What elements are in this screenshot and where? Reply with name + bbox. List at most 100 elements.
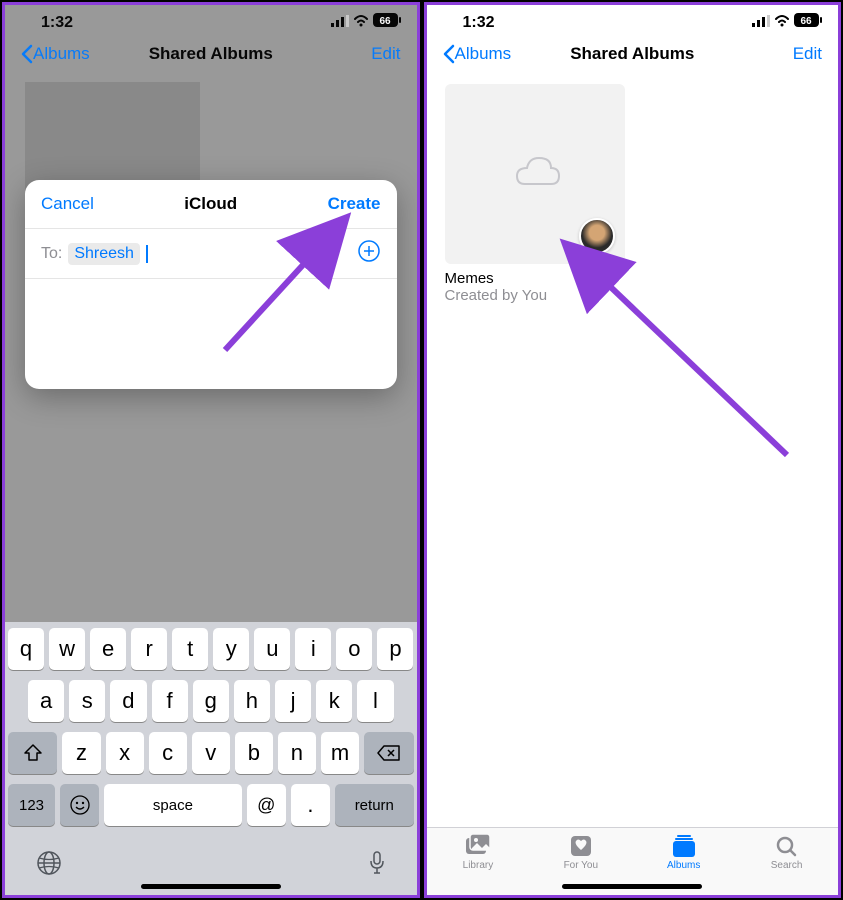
- emoji-key[interactable]: [60, 784, 99, 826]
- key-j[interactable]: j: [275, 680, 311, 722]
- library-icon: [464, 834, 492, 858]
- shared-album-card[interactable]: Memes Created by You: [445, 84, 625, 304]
- key-k[interactable]: k: [316, 680, 352, 722]
- key-u[interactable]: u: [254, 628, 290, 670]
- battery-icon: 66: [373, 13, 401, 32]
- status-time: 1:32: [41, 14, 73, 32]
- signal-icon: [331, 14, 349, 32]
- create-button[interactable]: Create: [328, 194, 381, 214]
- chevron-left-icon: [443, 44, 455, 64]
- key-b[interactable]: b: [235, 732, 273, 774]
- dot-key[interactable]: .: [291, 784, 330, 826]
- key-h[interactable]: h: [234, 680, 270, 722]
- icloud-modal: Cancel iCloud Create To: Shreesh: [25, 180, 397, 389]
- back-button[interactable]: Albums: [21, 44, 90, 64]
- battery-icon: 66: [794, 13, 822, 32]
- status-icons: 66: [752, 13, 822, 32]
- key-i[interactable]: i: [295, 628, 331, 670]
- key-d[interactable]: d: [110, 680, 146, 722]
- key-w[interactable]: w: [49, 628, 85, 670]
- key-y[interactable]: y: [213, 628, 249, 670]
- key-z[interactable]: z: [62, 732, 100, 774]
- globe-key[interactable]: [36, 850, 62, 881]
- home-indicator: [141, 884, 281, 889]
- svg-text:66: 66: [800, 16, 812, 27]
- key-g[interactable]: g: [193, 680, 229, 722]
- key-v[interactable]: v: [192, 732, 230, 774]
- status-bar: 1:32 66: [5, 5, 417, 36]
- key-o[interactable]: o: [336, 628, 372, 670]
- to-label: To:: [41, 245, 62, 263]
- status-time: 1:32: [463, 14, 495, 32]
- wifi-icon: [353, 14, 369, 32]
- cancel-button[interactable]: Cancel: [41, 194, 94, 214]
- nav-title: Shared Albums: [570, 44, 694, 64]
- key-s[interactable]: s: [69, 680, 105, 722]
- owner-avatar: [579, 218, 615, 254]
- tab-search[interactable]: Search: [735, 834, 838, 871]
- return-key[interactable]: return: [335, 784, 413, 826]
- modal-title: iCloud: [184, 194, 237, 214]
- globe-icon: [36, 850, 62, 876]
- add-contact-button[interactable]: [357, 239, 381, 268]
- at-key[interactable]: @: [247, 784, 286, 826]
- modal-body: [25, 279, 397, 389]
- key-f[interactable]: f: [152, 680, 188, 722]
- signal-icon: [752, 14, 770, 32]
- cloud-icon: [507, 152, 563, 197]
- album-name: Memes: [445, 270, 625, 287]
- dictation-key[interactable]: [368, 850, 386, 881]
- screen-left: 1:32 66 Albums Shared Albums Edit Cancel…: [2, 2, 420, 898]
- nav-title: Shared Albums: [149, 44, 273, 64]
- album-subtitle: Created by You: [445, 287, 625, 304]
- foryou-icon: [567, 834, 595, 858]
- tab-library[interactable]: Library: [427, 834, 530, 871]
- shift-key[interactable]: [8, 732, 58, 774]
- tab-foryou[interactable]: For You: [529, 834, 632, 871]
- key-a[interactable]: a: [28, 680, 64, 722]
- emoji-icon: [69, 794, 91, 816]
- key-p[interactable]: p: [377, 628, 413, 670]
- nav-bar: Albums Shared Albums Edit: [427, 36, 839, 72]
- wifi-icon: [774, 14, 790, 32]
- key-x[interactable]: x: [106, 732, 144, 774]
- nav-bar: Albums Shared Albums Edit: [5, 36, 417, 72]
- numbers-key[interactable]: 123: [8, 784, 55, 826]
- key-t[interactable]: t: [172, 628, 208, 670]
- modal-header: Cancel iCloud Create: [25, 180, 397, 229]
- back-button[interactable]: Albums: [443, 44, 512, 64]
- key-q[interactable]: q: [8, 628, 44, 670]
- tab-label: Albums: [667, 860, 700, 871]
- plus-circle-icon: [357, 239, 381, 263]
- space-key[interactable]: space: [104, 784, 241, 826]
- edit-button[interactable]: Edit: [793, 44, 822, 64]
- key-r[interactable]: r: [131, 628, 167, 670]
- album-thumbnail: [445, 84, 625, 264]
- search-icon: [773, 834, 801, 858]
- recipient-token[interactable]: Shreesh: [68, 243, 140, 265]
- tab-label: For You: [564, 860, 598, 871]
- delete-key[interactable]: [364, 732, 414, 774]
- to-field[interactable]: To: Shreesh: [25, 229, 397, 279]
- key-c[interactable]: c: [149, 732, 187, 774]
- text-cursor: [146, 245, 148, 263]
- key-l[interactable]: l: [357, 680, 393, 722]
- keyboard: qwertyuiop asdfghjkl zxcvbnm 123 space @…: [5, 622, 417, 895]
- key-e[interactable]: e: [90, 628, 126, 670]
- status-icons: 66: [331, 13, 401, 32]
- status-bar: 1:32 66: [427, 5, 839, 36]
- delete-icon: [377, 744, 401, 762]
- mic-icon: [368, 850, 386, 876]
- edit-button[interactable]: Edit: [371, 44, 400, 64]
- tab-label: Library: [463, 860, 494, 871]
- tab-albums[interactable]: Albums: [632, 834, 735, 871]
- tab-label: Search: [771, 860, 803, 871]
- svg-text:66: 66: [379, 16, 391, 27]
- albums-icon: [670, 834, 698, 858]
- key-n[interactable]: n: [278, 732, 316, 774]
- chevron-left-icon: [21, 44, 33, 64]
- screen-right: 1:32 66 Albums Shared Albums Edit: [424, 2, 842, 898]
- key-m[interactable]: m: [321, 732, 359, 774]
- shift-icon: [23, 744, 43, 762]
- home-indicator: [562, 884, 702, 889]
